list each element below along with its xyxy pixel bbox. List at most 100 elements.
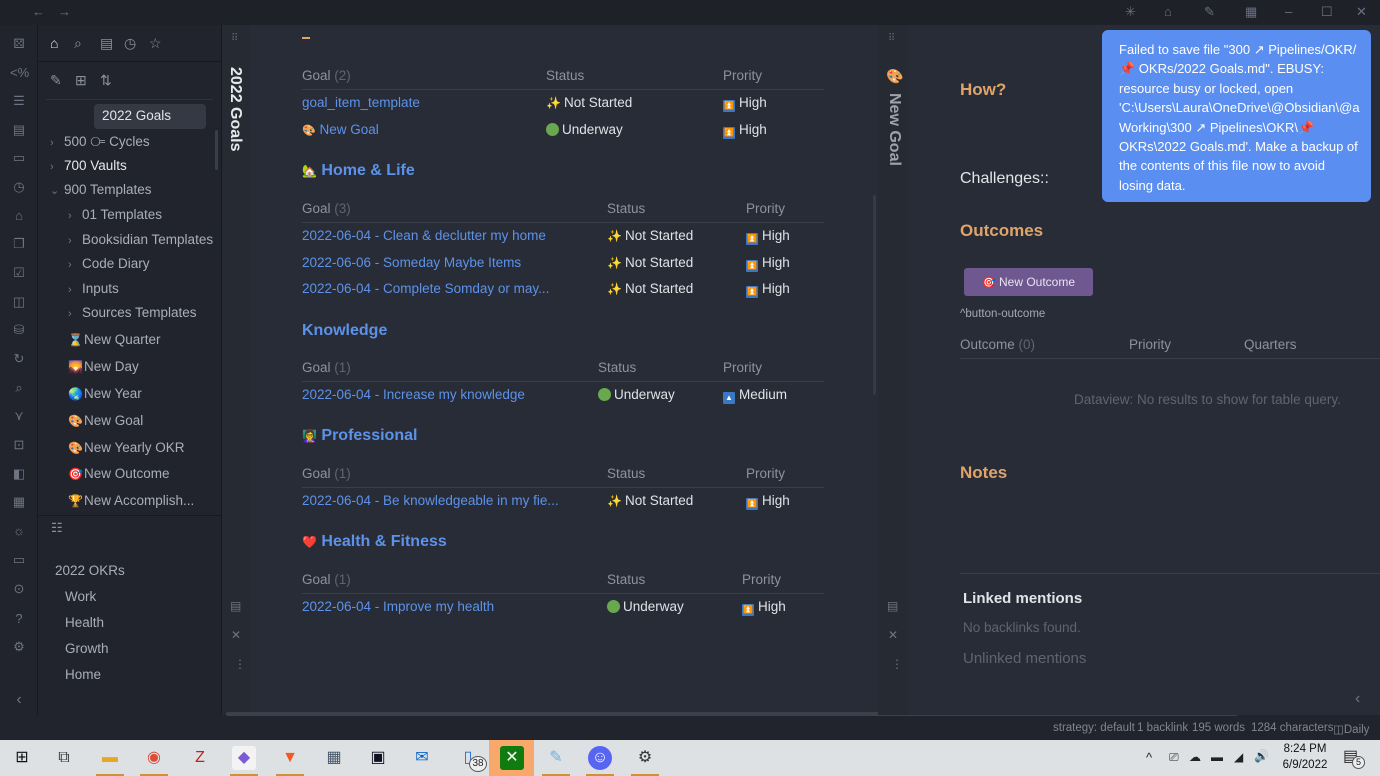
kanban-icon[interactable]: ◫ (10, 293, 28, 311)
feather-icon[interactable]: ✎ (1204, 4, 1215, 20)
tv-icon[interactable]: ▭ (10, 551, 28, 569)
windows-start-icon[interactable]: ⊞ (10, 746, 34, 770)
lightbulb-icon[interactable]: ☼ (10, 522, 28, 540)
calendar-grid-icon[interactable]: ▦ (10, 493, 28, 511)
meet-now-icon[interactable]: ⎚ (1169, 750, 1179, 765)
collapse-chevron-left-icon[interactable]: ‹ (10, 691, 28, 709)
tree-file[interactable]: 🌄New Day (68, 359, 139, 374)
col-header-status[interactable]: Status (546, 68, 584, 83)
new-outcome-button[interactable]: 🎯 New Outcome (964, 268, 1093, 296)
goal-link[interactable]: 2022-06-04 - Improve my health (302, 599, 494, 614)
brave-icon[interactable]: ▼ (278, 746, 302, 770)
tab-title-vertical[interactable]: New Goal (885, 93, 903, 166)
col-header-status[interactable]: Status (607, 466, 645, 481)
copy-icon[interactable]: ❐ (10, 235, 28, 253)
col-header-priority[interactable]: Prority (746, 466, 785, 481)
tree-folder[interactable]: › Code Diary (68, 256, 150, 271)
reading-view-icon[interactable]: ▤ (230, 599, 241, 613)
expand-right-sidebar-icon[interactable]: ‹ (1355, 690, 1360, 708)
onedrive-cloud-icon[interactable]: ☁ (1189, 750, 1201, 764)
random-note-icon[interactable]: ⚄ (10, 35, 28, 53)
tree-scrollbar[interactable] (215, 130, 218, 170)
col-header-priority[interactable]: Prority (742, 572, 781, 587)
vault-icon[interactable]: ⊙ (10, 580, 28, 598)
col-header-goal[interactable]: Goal (1) (302, 360, 351, 375)
tree-folder[interactable]: › Booksidian Templates (68, 232, 213, 247)
kindle-icon[interactable]: ▣ (366, 746, 390, 770)
database-icon[interactable]: ⛁ (10, 321, 28, 339)
wifi-icon[interactable]: ◢ (1234, 750, 1243, 764)
main-scrollbar[interactable] (873, 195, 876, 395)
discord-icon[interactable]: ☺ (588, 746, 612, 770)
more-options-icon[interactable]: ⋮ (891, 657, 903, 671)
sync-icon[interactable]: ↻ (10, 350, 28, 368)
col-header-outcome[interactable]: Outcome (0) (960, 337, 1035, 352)
more-options-icon[interactable]: ⋮ (234, 657, 246, 671)
tree-folder[interactable]: › 700 Vaults (50, 158, 127, 173)
col-header-priority[interactable]: Priority (1129, 337, 1171, 352)
new-note-icon[interactable]: ✎ (50, 72, 62, 89)
calendar-icon[interactable]: ▦ (1245, 4, 1257, 20)
templater-icon[interactable]: <% (10, 64, 29, 82)
tree-file[interactable]: 🎯New Outcome (68, 466, 170, 481)
col-header-goal[interactable]: Goal (2) (302, 68, 351, 83)
maximize-button[interactable]: ☐ (1321, 4, 1333, 20)
obsidian-icon[interactable]: ◆ (232, 746, 256, 770)
outline-list-icon[interactable]: ☷ (51, 520, 63, 536)
col-header-goal[interactable]: Goal (1) (302, 466, 351, 481)
book-icon[interactable]: ▭ (10, 149, 28, 167)
goal-link[interactable]: 2022-06-04 - Be knowledgeable in my fie.… (302, 493, 559, 508)
minimize-button[interactable]: – (1285, 4, 1292, 19)
reading-view-icon[interactable]: ▤ (887, 599, 898, 613)
drag-handle-icon[interactable]: ⠿ (231, 33, 238, 44)
sort-icon[interactable]: ⇅ (100, 72, 112, 89)
back-arrow-icon[interactable]: ← (32, 4, 45, 19)
col-header-status[interactable]: Status (607, 572, 645, 587)
col-header-goal[interactable]: Goal (1) (302, 572, 351, 587)
goal-link[interactable]: 2022-06-04 - Increase my knowledge (302, 387, 525, 402)
star-icon[interactable]: ☆ (149, 35, 162, 52)
task-view-icon[interactable]: ⧉ (52, 746, 76, 770)
settings-gear-icon[interactable]: ⚙ (633, 746, 657, 770)
tree-file[interactable]: 🎨New Yearly OKR (68, 440, 185, 455)
calendar-dollar-icon[interactable]: ▤ (10, 121, 28, 139)
outline-item[interactable]: Home (65, 667, 101, 682)
volume-icon[interactable]: 🔊 (1254, 749, 1269, 763)
clipboard-check-icon[interactable]: ☑ (10, 264, 28, 282)
bookmark-icon[interactable]: ▤ (100, 35, 113, 52)
chrome-icon[interactable]: ◉ (142, 746, 166, 770)
col-header-priority[interactable]: Prority (723, 68, 762, 83)
linked-mentions-heading[interactable]: Linked mentions (963, 590, 1082, 607)
calculator-icon[interactable]: ▦ (322, 746, 346, 770)
tree-file[interactable]: 🌏New Year (68, 386, 142, 401)
recent-files-icon[interactable]: ◷ (124, 35, 136, 52)
clock-icon[interactable]: ◷ (10, 178, 28, 196)
outline-item[interactable]: Growth (65, 641, 109, 656)
home-icon[interactable]: ⌂ (1164, 4, 1172, 19)
outlook-icon[interactable]: ✉ (410, 746, 434, 770)
stacked-tab-header[interactable]: ⠿ 2022 Goals ▤ ✕ ⋮ (222, 25, 250, 715)
battery-icon[interactable]: ▬ (1211, 750, 1223, 764)
settings-icon[interactable]: ⚙ (10, 638, 28, 656)
goal-link[interactable]: 2022-06-04 - Complete Somday or may... (302, 281, 549, 296)
outline-item[interactable]: Health (65, 615, 104, 630)
tree-folder[interactable]: › 500 ⧃ Cycles (50, 134, 150, 150)
unlinked-mentions-heading[interactable]: Unlinked mentions (963, 650, 1086, 667)
search-icon[interactable]: ⌕ (74, 35, 82, 52)
close-tab-icon[interactable]: ✕ (231, 628, 241, 642)
tree-file[interactable]: 🏆New Accomplish... (68, 493, 194, 508)
col-header-status[interactable]: Status (607, 201, 645, 216)
forward-arrow-icon[interactable]: → (58, 4, 71, 19)
new-folder-icon[interactable]: ⊞ (75, 72, 87, 89)
close-window-button[interactable]: ✕ (1356, 4, 1367, 20)
layout-icon[interactable]: ◧ (10, 465, 28, 483)
outline-heading[interactable]: 2022 OKRs (55, 563, 125, 578)
drag-handle-icon[interactable]: ⠿ (888, 33, 895, 44)
goal-link[interactable]: 🎨 New Goal (302, 122, 379, 137)
tree-folder[interactable]: › Sources Templates (68, 305, 197, 320)
tree-folder[interactable]: › Inputs (68, 281, 119, 296)
tree-file[interactable]: ⌛New Quarter (68, 332, 161, 347)
outline-list-icon[interactable]: ☰ (10, 92, 28, 110)
goal-link[interactable]: 2022-06-04 - Clean & declutter my home (302, 228, 546, 243)
help-icon[interactable]: ? (10, 610, 28, 628)
